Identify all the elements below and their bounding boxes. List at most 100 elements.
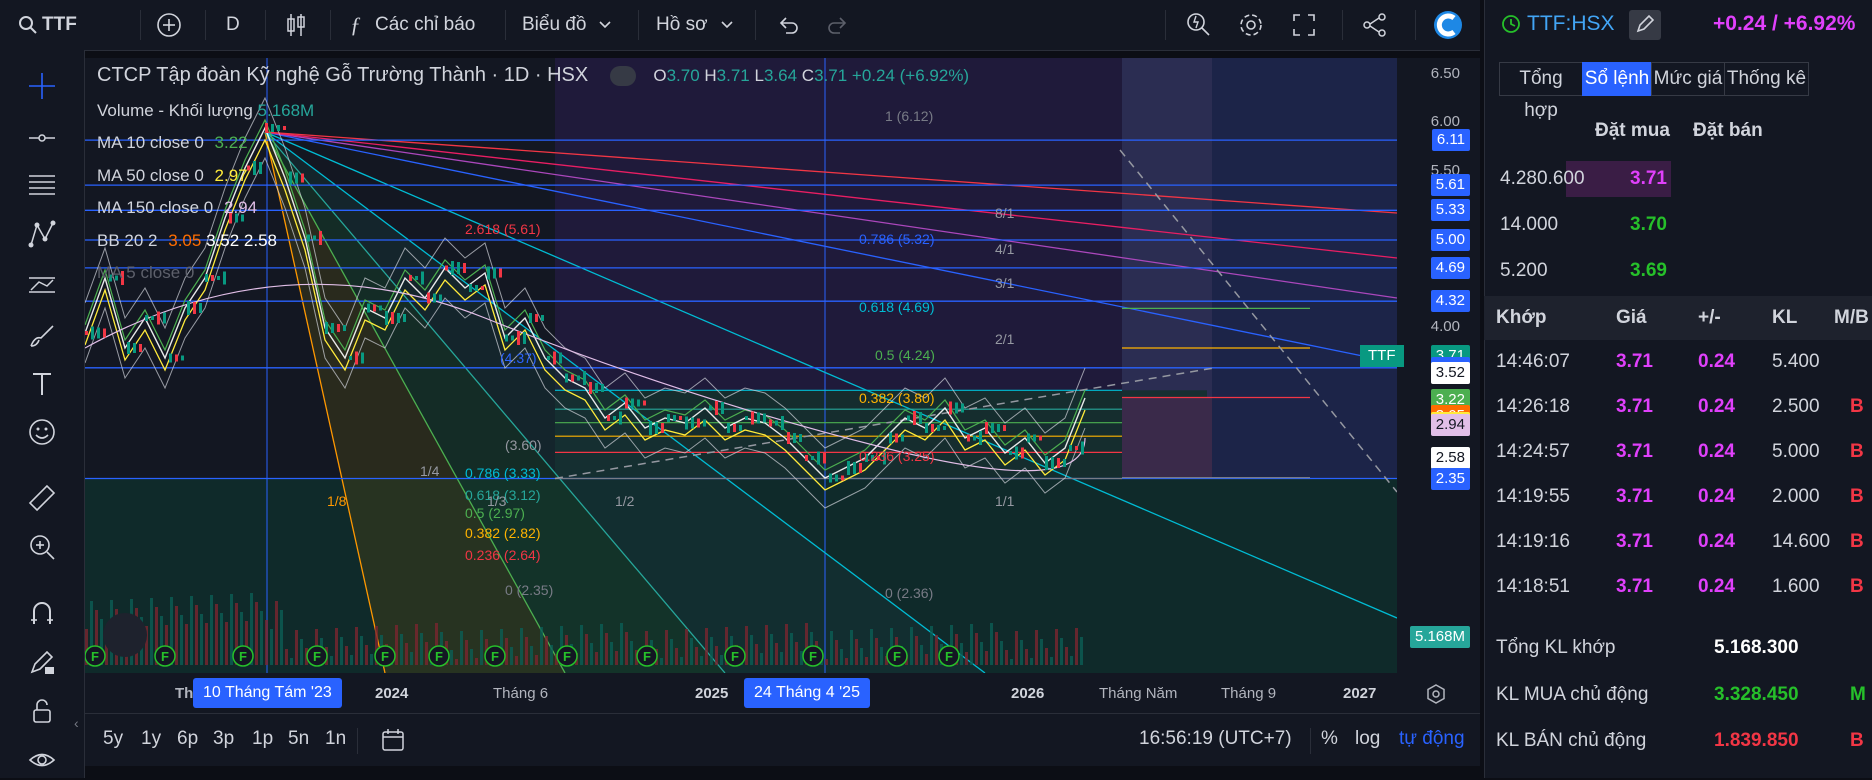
- range-1y[interactable]: 1y: [141, 728, 161, 750]
- legend-ma50[interactable]: MA 50 close 0 2.97: [97, 166, 248, 186]
- tab-overview[interactable]: Tổng hợp: [1499, 62, 1583, 121]
- share-button[interactable]: [1362, 0, 1388, 50]
- zoom-tool[interactable]: [22, 527, 62, 567]
- price-axis[interactable]: 6.506.005.504.504.006.115.615.335.004.69…: [1397, 58, 1480, 673]
- volume-bar: [1010, 659, 1013, 665]
- panel-symbol[interactable]: TTF:HSX: [1527, 12, 1615, 36]
- tab-price-levels[interactable]: Mức giá: [1651, 62, 1725, 96]
- book-row[interactable]: 5.200 3.69: [1484, 249, 1872, 293]
- tab-statistics[interactable]: Thống kê: [1724, 62, 1809, 96]
- magnet-tool[interactable]: [22, 593, 62, 633]
- trade-volume: 5.000: [1772, 441, 1820, 462]
- text-tool[interactable]: [22, 364, 62, 404]
- range-6p[interactable]: 6p: [177, 728, 198, 750]
- candle: [505, 334, 508, 342]
- range-3p[interactable]: 3p: [213, 728, 234, 750]
- crosshair-tool[interactable]: [22, 66, 62, 106]
- chart-style-button[interactable]: [285, 0, 307, 50]
- range-1n[interactable]: 1n: [325, 728, 346, 750]
- volume-bar: [400, 634, 403, 665]
- legend-volume[interactable]: Volume - Khối lượng 5.168M: [97, 101, 314, 121]
- volume-bar: [330, 656, 333, 665]
- collapse-toolbar-icon[interactable]: ‹: [74, 715, 79, 731]
- chart-canvas[interactable]: 2.618 (5.61) (4.37) (3.60) 0.786 (3.33) 0.61…: [85, 58, 1397, 673]
- log-toggle[interactable]: log: [1355, 728, 1380, 750]
- measure-tool[interactable]: [22, 478, 62, 518]
- brush-tool[interactable]: [22, 315, 62, 355]
- emoji-tool[interactable]: [22, 412, 62, 452]
- trade-price: 3.71: [1616, 576, 1653, 597]
- profile-dropdown[interactable]: Hồ sơ: [656, 0, 734, 50]
- volume-bar: [750, 635, 753, 665]
- bid-header: Đặt mua: [1595, 120, 1670, 141]
- edit-symbol-button[interactable]: [1629, 10, 1661, 40]
- candle: [817, 451, 820, 465]
- projection-tool[interactable]: [22, 265, 62, 305]
- candle: [433, 293, 436, 303]
- volume-bar: [350, 655, 353, 665]
- chart-type-dropdown[interactable]: Biểu đồ: [522, 0, 612, 50]
- high-value: 3.71: [716, 66, 750, 85]
- trade-side: B: [1850, 531, 1864, 552]
- time-axis[interactable]: Th 2024 Tháng 6 2025 2026 Tháng Năm Thán…: [85, 673, 1480, 713]
- candle: [931, 424, 934, 432]
- trendline-tool[interactable]: [22, 118, 62, 158]
- quick-search-button[interactable]: [1186, 0, 1212, 50]
- volume-bar: [790, 633, 793, 665]
- auto-scale-toggle[interactable]: tự động: [1399, 728, 1465, 750]
- indicators-button[interactable]: ƒ Các chỉ báo: [350, 0, 475, 50]
- trade-change: 0.24: [1698, 351, 1735, 372]
- trade-row[interactable]: 14:19:16 3.71 0.24 14.600 B: [1484, 520, 1872, 564]
- fib-label: (4.37): [500, 350, 537, 366]
- interval-button[interactable]: D: [226, 0, 240, 50]
- volume-bar: [825, 659, 828, 665]
- fib-tool[interactable]: [22, 165, 62, 205]
- candle: [1069, 445, 1072, 451]
- legend-collapse-button[interactable]: [609, 65, 636, 86]
- candle: [343, 325, 346, 331]
- candle: [397, 313, 400, 323]
- lock-tool[interactable]: [22, 691, 62, 731]
- undo-button[interactable]: [776, 0, 800, 50]
- axis-settings-icon[interactable]: [1425, 683, 1447, 705]
- legend-bb[interactable]: BB 20 2 3.05 3.52 2.58: [97, 231, 277, 251]
- candle: [547, 356, 550, 360]
- trade-row[interactable]: 14:19:55 3.71 0.24 2.000 B: [1484, 475, 1872, 519]
- volume-bar: [515, 656, 518, 665]
- trade-row[interactable]: 14:26:18 3.71 0.24 2.500 B: [1484, 385, 1872, 429]
- range-5n[interactable]: 5n: [288, 728, 309, 750]
- redo-icon: [828, 17, 847, 34]
- legend-ma10[interactable]: MA 10 close 0 3.22: [97, 133, 248, 153]
- clock-label[interactable]: 16:56:19 (UTC+7): [1139, 728, 1292, 750]
- legend-ma150[interactable]: MA 150 close 0 2.94: [97, 198, 257, 218]
- legend-ma5[interactable]: MA 5 close 0: [97, 263, 194, 283]
- symbol-search[interactable]: TTF: [18, 0, 77, 50]
- drawing-mode-tool[interactable]: [22, 642, 62, 682]
- visibility-tool[interactable]: [22, 740, 62, 780]
- book-row[interactable]: 14.000 3.70: [1484, 203, 1872, 247]
- candle: [325, 322, 328, 334]
- candle: [409, 275, 412, 281]
- range-1p[interactable]: 1p: [252, 728, 273, 750]
- candle: [133, 343, 136, 353]
- settings-button[interactable]: [1238, 0, 1264, 50]
- pattern-tool[interactable]: [22, 214, 62, 254]
- redo-button[interactable]: [826, 0, 850, 50]
- candle: [613, 416, 616, 420]
- ma5-label: MA 5 close 0: [97, 263, 195, 282]
- chart-pane[interactable]: 2.618 (5.61) (4.37) (3.60) 0.786 (3.33) 0.61…: [85, 58, 1397, 673]
- trade-row[interactable]: 14:46:07 3.71 0.24 5.400: [1484, 340, 1872, 384]
- compare-button[interactable]: [156, 0, 182, 50]
- tab-order-book[interactable]: Sổ lệnh: [1582, 62, 1652, 96]
- fullscreen-button[interactable]: [1292, 0, 1316, 50]
- book-row[interactable]: 4.280.600 3.71: [1484, 157, 1872, 201]
- trade-row[interactable]: 14:18:51 3.71 0.24 1.600 B: [1484, 565, 1872, 609]
- range-5y[interactable]: 5y: [103, 728, 123, 750]
- volume-bar: [615, 651, 618, 665]
- volume-bar: [910, 627, 913, 665]
- volume-bar: [775, 643, 778, 665]
- trade-row[interactable]: 14:24:57 3.71 0.24 5.000 B: [1484, 430, 1872, 474]
- percent-toggle[interactable]: %: [1321, 728, 1338, 750]
- goto-date-icon[interactable]: [380, 726, 408, 754]
- trade-change: 0.24: [1698, 576, 1735, 597]
